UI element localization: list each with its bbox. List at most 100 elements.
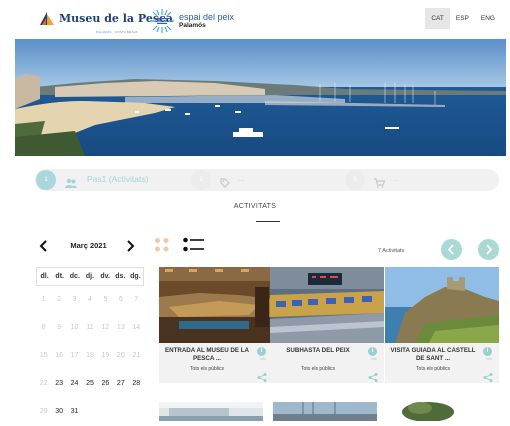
grid-view-icon[interactable] xyxy=(154,237,170,253)
chevron-left-icon xyxy=(447,244,454,255)
activity-card[interactable]: VISITA GUIADA AL CASTELL DE SANT ... Tot… xyxy=(385,267,499,383)
calendar-day: 15 xyxy=(39,352,48,359)
calendar-weekdays: dl. dt. dc. dj. dv. ds. dg. xyxy=(36,267,144,286)
calendar-day: 6 xyxy=(118,296,123,303)
calendar-day[interactable]: 27 xyxy=(113,370,128,398)
calendar-day: 22 xyxy=(39,380,48,387)
calendar-day: 8 xyxy=(41,324,46,331)
activity-card-image[interactable] xyxy=(159,402,263,421)
calendar-day: 21 xyxy=(132,352,141,359)
calendar-day[interactable]: 30 xyxy=(51,398,66,426)
weekday-label: dc. xyxy=(69,273,80,280)
museum-interior-image xyxy=(159,267,273,343)
step-2-label[interactable]: ... xyxy=(238,174,245,183)
chevron-right-icon xyxy=(486,244,493,255)
castle-coast-image xyxy=(385,267,499,343)
calendar-day: 18 xyxy=(86,352,94,359)
calendar-day: 3 xyxy=(72,296,77,303)
weekday-label: dv. xyxy=(100,273,110,280)
cart-icon xyxy=(374,175,386,193)
calendar-day: 7 xyxy=(134,296,139,303)
site-header: Museu de la Pesca PALAMÓS · COSTA BRAVA … xyxy=(0,0,510,38)
calendar-week: 15 16 17 18 19 20 21 xyxy=(36,342,144,370)
previous-page-button[interactable] xyxy=(441,239,462,260)
step-1-label[interactable]: Pas1 (Activitats) xyxy=(87,174,148,184)
next-month-icon[interactable] xyxy=(124,239,136,253)
calendar-week: 1 2 3 4 5 6 7 xyxy=(36,286,144,314)
calendar-day: 17 xyxy=(70,352,79,359)
calendar-day: 20 xyxy=(116,352,125,359)
calendar-day xyxy=(113,398,128,426)
info-icon[interactable]: i xyxy=(483,347,492,356)
calendar-day[interactable]: 25 xyxy=(82,370,97,398)
activity-card-image[interactable] xyxy=(273,402,377,421)
calendar-day: 10 xyxy=(70,324,79,331)
sun-logo-icon xyxy=(148,8,176,34)
lang-eng[interactable]: ENG xyxy=(475,8,501,29)
calendar-day: 9 xyxy=(57,324,62,331)
espai-peix-name: espai del peix xyxy=(179,12,235,22)
calendar-day: 14 xyxy=(132,324,141,331)
calendar-day[interactable]: 23 xyxy=(51,370,66,398)
calendar-day xyxy=(129,398,144,426)
info-icon[interactable]: i xyxy=(368,347,377,356)
share-icon[interactable] xyxy=(483,369,493,382)
calendar-day xyxy=(98,398,113,426)
users-icon xyxy=(65,175,77,193)
list-view-icon[interactable] xyxy=(183,237,205,253)
espai-peix-logo[interactable]: espai del peix Palamós xyxy=(148,8,234,34)
card-audience: Tots els públics xyxy=(301,366,335,372)
calendar-day[interactable]: 24 xyxy=(67,370,82,398)
calendar-day: 13 xyxy=(116,324,125,331)
calendar-day: 2 xyxy=(57,296,62,303)
card-title[interactable]: SUBHASTA DEL PEIX xyxy=(274,347,362,355)
section-title: ACTIVITATS xyxy=(233,203,277,210)
tag-icon xyxy=(220,175,230,193)
share-icon[interactable] xyxy=(257,369,267,382)
calendar-day[interactable]: 26 xyxy=(98,370,113,398)
info-label: Info xyxy=(371,357,377,361)
espai-peix-city: Palamós xyxy=(179,22,206,29)
info-label: Info xyxy=(260,357,266,361)
activity-card[interactable]: ENTRADA AL MUSEU DE LA PESCA ... Tots el… xyxy=(159,267,273,383)
section-divider xyxy=(256,221,280,222)
harbor-banner-image xyxy=(15,39,506,156)
share-icon[interactable] xyxy=(368,369,378,382)
calendar-day[interactable]: 28 xyxy=(129,370,144,398)
activity-count: 7 Activitats xyxy=(378,248,405,254)
weekday-label: dg. xyxy=(130,273,141,280)
info-icon[interactable]: i xyxy=(257,347,266,356)
calendar-day: 5 xyxy=(103,296,108,303)
card-title[interactable]: VISITA GUIADA AL CASTELL DE SANT ... xyxy=(389,347,477,362)
lang-esp[interactable]: ESP xyxy=(450,8,475,29)
card-title[interactable]: ENTRADA AL MUSEU DE LA PESCA ... xyxy=(163,347,251,362)
lang-cat[interactable]: CAT xyxy=(425,8,450,29)
calendar-navigation: Març 2021 xyxy=(36,238,141,256)
calendar-day: 16 xyxy=(55,352,64,359)
weekday-label: dl. xyxy=(40,273,49,280)
calendar-day: 1 xyxy=(41,296,46,303)
weekday-label: ds. xyxy=(115,273,126,280)
activity-card[interactable]: SUBHASTA DEL PEIX Tots els públics i Inf… xyxy=(270,267,384,383)
calendar-day: 4 xyxy=(88,296,92,303)
calendar-week: 29 30 31 xyxy=(36,398,144,426)
calendar-day xyxy=(82,398,97,426)
calendar-day: 11 xyxy=(86,324,94,331)
card-audience: Tots els públics xyxy=(416,366,450,372)
step-1-badge[interactable]: 1 xyxy=(36,170,56,190)
step-3-badge[interactable]: 3 xyxy=(345,170,365,190)
calendar-day: 19 xyxy=(101,352,110,359)
weekday-label: dt. xyxy=(55,273,64,280)
museu-pesca-tagline: PALAMÓS · COSTA BRAVA xyxy=(96,30,138,34)
calendar-week: 8 9 10 11 12 13 14 xyxy=(36,314,144,342)
calendar-day: 12 xyxy=(101,324,110,331)
calendar: dl. dt. dc. dj. dv. ds. dg. 1 2 3 4 5 6 … xyxy=(36,267,144,426)
activity-card-image[interactable] xyxy=(402,402,506,421)
step-2-badge[interactable]: 2 xyxy=(191,170,211,190)
calendar-day: 29 xyxy=(39,408,48,415)
step-3-label[interactable]: ... xyxy=(393,174,400,183)
card-audience: Tots els públics xyxy=(190,366,224,372)
next-page-button[interactable] xyxy=(478,239,499,260)
calendar-week: 22 23 24 25 26 27 28 xyxy=(36,370,144,398)
calendar-day[interactable]: 31 xyxy=(67,398,82,426)
